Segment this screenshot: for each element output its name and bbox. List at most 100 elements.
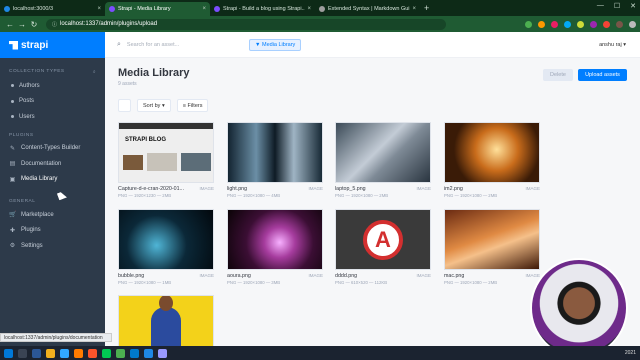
asset-thumbnail[interactable]	[335, 122, 431, 183]
asset-thumbnail[interactable]	[227, 209, 323, 270]
close-icon[interactable]: ×	[97, 6, 101, 12]
sidebar-item-media-library[interactable]: ▣ Media Library	[0, 172, 105, 188]
bullet-icon	[11, 99, 14, 103]
filters-label: Filters	[187, 102, 203, 109]
sidebar-item-label: Posts	[19, 98, 35, 105]
taskbar-app-icon[interactable]	[144, 348, 153, 358]
asset-card[interactable]: aoura.png IMAGE PNG — 1920×1080 — 3MB	[227, 209, 323, 285]
close-icon[interactable]: ×	[412, 6, 416, 12]
asset-thumbnail[interactable]: A	[335, 209, 431, 270]
section-header-plugins: PLUGINS	[0, 133, 105, 138]
gear-icon: ⚙	[9, 243, 16, 250]
asset-thumbnail[interactable]: STRAPI BLOG	[118, 122, 214, 183]
asset-name: mac.png	[444, 273, 465, 279]
toolbar: Sort by ▾ ≡ Filters	[118, 99, 209, 112]
asset-meta: PNG — 1920×1080 — 1MB	[118, 280, 172, 285]
extension-icon[interactable]	[603, 20, 610, 28]
asset-card[interactable]: light.png IMAGE PNG — 1920×1080 — 4MB	[227, 122, 323, 198]
section-title: PLUGINS	[9, 132, 34, 138]
sidebar-item-plugins[interactable]: ✚ Plugins	[0, 223, 105, 239]
extension-icon[interactable]	[538, 20, 545, 28]
whatsapp-icon[interactable]	[102, 348, 111, 358]
user-name: anshu raj	[599, 41, 622, 48]
delete-button[interactable]: Delete	[543, 69, 573, 81]
extensions-area	[525, 20, 636, 28]
asset-card[interactable]: bubble.png IMAGE PNG — 1920×1080 — 1MB	[118, 209, 214, 285]
sort-label: Sort by	[143, 102, 161, 109]
taskbar-app-icon[interactable]	[32, 348, 41, 358]
window-controls: — ☐ ✕	[597, 2, 636, 10]
asset-thumbnail[interactable]	[227, 122, 323, 183]
folder-icon[interactable]	[46, 348, 55, 358]
vscode-icon[interactable]	[130, 348, 139, 358]
plugin-tag[interactable]: ▼ Media Library	[249, 38, 302, 51]
plugin-tag-label: Media Library	[261, 41, 296, 48]
extension-icon[interactable]	[564, 20, 571, 28]
asset-card[interactable]: im2.png IMAGE PNG — 1920×1080 — 2MB	[444, 122, 540, 198]
windows-start-icon[interactable]	[4, 348, 13, 358]
chrome-icon[interactable]	[116, 348, 125, 358]
asset-card[interactable]: mac.png IMAGE PNG — 1920×1080 — 2MB	[444, 209, 540, 285]
book-icon: ▤	[9, 161, 16, 168]
asset-count: 9 assets	[118, 81, 137, 87]
thumb-logo: A	[363, 219, 403, 260]
asset-name-row: laptop_5.png IMAGE	[335, 186, 431, 192]
sidebar-item-label: Media Library	[21, 176, 58, 183]
new-tab-plus-icon[interactable]: +	[424, 2, 429, 16]
sort-by-button[interactable]: Sort by ▾	[137, 99, 171, 112]
asset-card[interactable]: STRAPI BLOG Capture-d-e-cran-2020-01... I…	[118, 122, 214, 198]
search-icon[interactable]	[18, 348, 27, 358]
sidebar-item-label: Plugins	[21, 227, 41, 234]
window-close-icon[interactable]: ✕	[630, 2, 636, 10]
photoshop-icon[interactable]	[60, 348, 69, 358]
browser-tab[interactable]: localhost:3000/3 ×	[0, 2, 105, 16]
reload-icon[interactable]: ↻	[28, 20, 40, 29]
forward-arrow-icon[interactable]: →	[16, 20, 28, 29]
extension-icon[interactable]	[525, 20, 532, 28]
thumb-head	[159, 296, 173, 311]
browser-tab[interactable]: Extended Syntax | Markdown Gui... ×	[315, 2, 420, 16]
profile-avatar[interactable]	[616, 20, 623, 28]
asset-thumbnail[interactable]	[444, 122, 540, 183]
plugin-icon: ▼	[255, 41, 262, 48]
extension-icon[interactable]	[577, 20, 584, 28]
url-text: localhost:1337/admin/plugins/upload	[60, 21, 158, 27]
asset-thumbnail[interactable]	[118, 209, 214, 270]
asset-thumbnail[interactable]	[444, 209, 540, 270]
asset-name: light.png	[227, 186, 248, 192]
search-input[interactable]: ⌕ Search for an asset...	[105, 41, 245, 49]
strapi-logo[interactable]: strapi	[0, 32, 105, 58]
close-icon[interactable]: ×	[307, 6, 311, 12]
search-icon[interactable]: ⌕	[93, 69, 96, 75]
premiere-icon[interactable]	[158, 348, 167, 358]
upload-assets-button[interactable]: Upload assets	[578, 69, 627, 81]
minimize-icon[interactable]: —	[597, 2, 604, 10]
select-all-checkbox[interactable]	[118, 99, 131, 112]
sidebar-item-settings[interactable]: ⚙ Settings	[0, 238, 105, 254]
back-arrow-icon[interactable]: ←	[4, 20, 16, 29]
filters-button[interactable]: ≡ Filters	[176, 99, 209, 112]
url-field[interactable]: ⓘ localhost:1337/admin/plugins/upload	[46, 18, 446, 30]
maximize-icon[interactable]: ☐	[614, 2, 620, 10]
user-menu[interactable]: anshu raj ▾	[599, 42, 626, 48]
sidebar-item-marketplace[interactable]: 🛒 Marketplace	[0, 207, 105, 223]
extension-icon[interactable]	[551, 20, 558, 28]
browser-tab[interactable]: Strapi - Build a blog using Strapi... ×	[210, 2, 315, 16]
sidebar-item-posts[interactable]: Posts	[0, 94, 105, 110]
vlc-icon[interactable]	[74, 348, 83, 358]
asset-card[interactable]: laptop_5.png IMAGE PNG — 1920×1080 — 2MB	[335, 122, 431, 198]
asset-meta: PNG — 1920×1080 — 2MB	[444, 193, 498, 198]
tab-favicon-icon	[109, 6, 115, 12]
asset-card[interactable]: A dddd.png IMAGE PNG — 610×520 — 112KB	[335, 209, 431, 285]
browser-tab-active[interactable]: Strapi - Media Library ×	[105, 2, 210, 16]
sidebar-item-documentation[interactable]: ▤ Documentation	[0, 156, 105, 172]
sidebar-item-label: Authors	[19, 82, 40, 89]
sidebar-item-users[interactable]: Users	[0, 109, 105, 125]
extension-icon[interactable]	[590, 20, 597, 28]
menu-dots-icon[interactable]	[629, 20, 636, 28]
asset-type: IMAGE	[199, 186, 214, 191]
close-icon[interactable]: ×	[202, 6, 206, 12]
brave-icon[interactable]	[88, 348, 97, 358]
sidebar-item-content-types-builder[interactable]: ✎ Content-Types Builder	[0, 141, 105, 157]
sidebar-item-authors[interactable]: Authors	[0, 78, 105, 94]
